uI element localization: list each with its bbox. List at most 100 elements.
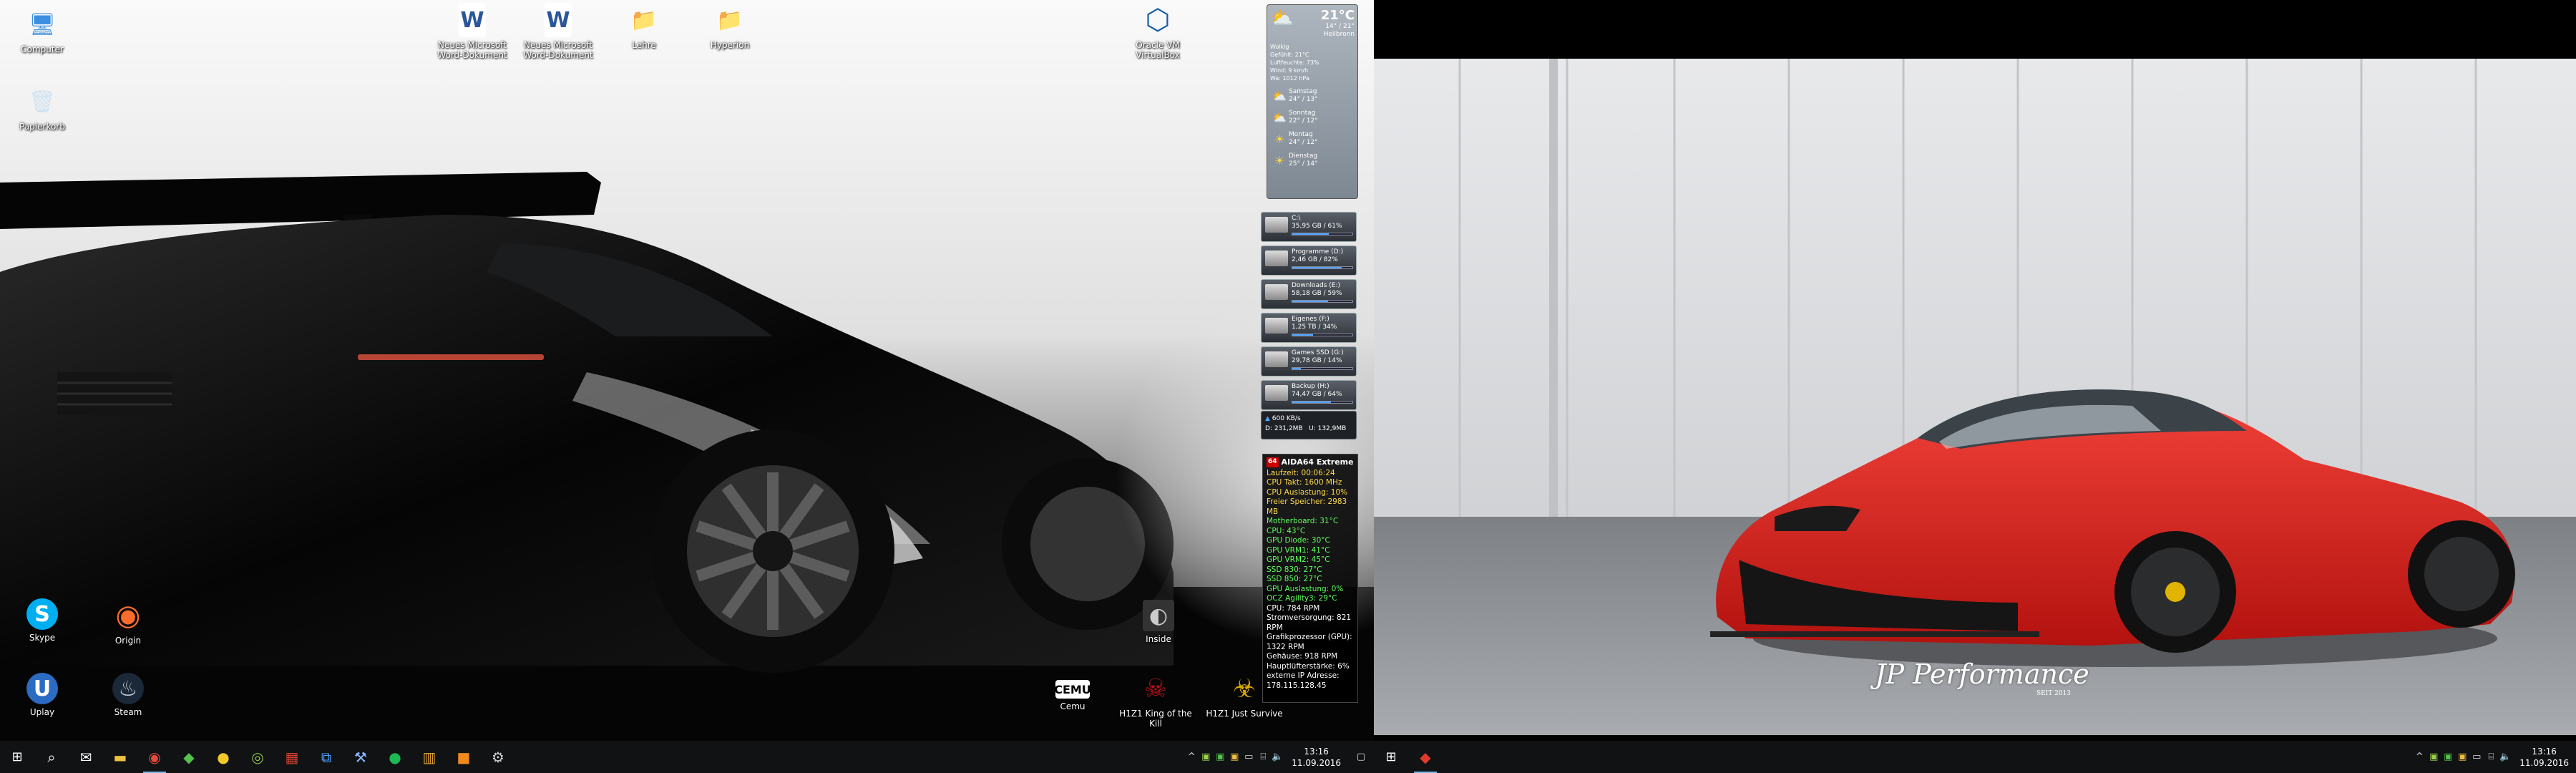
desktop-icon-h1z1-kotk[interactable]: ☠ H1Z1 King of the Kill (1116, 671, 1195, 729)
desktop-icon-cemu[interactable]: CEMU Cemu (1033, 680, 1112, 711)
desktop-icon-uplay[interactable]: U Uplay (3, 673, 82, 717)
tray-network-icon[interactable]: ⌸ (1256, 752, 1270, 762)
search-icon: ⌕ (47, 748, 56, 766)
system-tray-secondary: ^ ▣ ▣ ▣ ▭ ⌸ 🔈 13:16 11.09.2016 (2412, 741, 2576, 773)
start-button[interactable]: ⊞ (0, 741, 34, 773)
tray-chevron-up-icon[interactable]: ^ (1184, 752, 1199, 762)
tray-app-icon[interactable]: ▣ (2441, 752, 2455, 762)
sensor-line: Hauptlüfterstärke: 6% (1267, 661, 1350, 671)
tray-app-icon[interactable]: ▭ (2469, 752, 2484, 762)
inside-game-icon: ◐ (1143, 600, 1174, 631)
monitor-left: 🖥 Computer 🗑 Papierkorb S Skype ◉ Origin… (0, 0, 1374, 773)
taskbar-chrome[interactable]: ◉ (137, 741, 172, 773)
mail-icon: ✉ (79, 748, 92, 766)
search-button[interactable]: ⌕ (34, 741, 69, 773)
weather-range: 14° / 21° (1325, 23, 1355, 30)
taskbar-mail[interactable]: ✉ (69, 741, 103, 773)
aida64-icon: 64 (1267, 457, 1279, 467)
desktop-icon-skype[interactable]: S Skype (3, 598, 82, 643)
tray-app-icon[interactable]: ▣ (1199, 752, 1213, 762)
hard-drive-icon (1265, 385, 1288, 401)
taskbar-spotify[interactable]: ● (378, 741, 412, 773)
taskbar-clock-secondary[interactable]: 13:16 11.09.2016 (2512, 746, 2576, 769)
drive-gadget-h[interactable]: Backup (H:) 74,47 GB / 64% (1261, 380, 1357, 410)
desktop-icon-origin[interactable]: ◉ Origin (89, 598, 167, 646)
taskbar-app-calendar[interactable]: ▦ (275, 741, 309, 773)
sensor-line: externe IP Adresse: (1267, 671, 1340, 680)
taskbar-app-teamspeak[interactable]: ◎ (240, 741, 275, 773)
taskbar-app-aida[interactable]: ◆ (1408, 741, 1443, 773)
drive-gadget-f[interactable]: Eigenes (F:) 1,25 TB / 34% (1261, 313, 1357, 343)
weather-gadget[interactable]: ⛅ 21°C 14° / 21° Heilbronn Wolkig Gefühl… (1267, 4, 1358, 199)
sensor-line: Grafikprozessor (GPU): 1322 RPM (1267, 633, 1352, 651)
desktop-icon-folder-lehre[interactable]: 📁 Lehre (605, 3, 683, 51)
sensor-line: SSD 850: 27°C (1267, 575, 1322, 583)
taskbar-app-stats[interactable]: ▥ (412, 741, 447, 773)
taskbar-app-tools[interactable]: ⚒ (343, 741, 378, 773)
drive-usage-bar (1292, 266, 1353, 269)
wallpaper-red-ferrari (1374, 59, 2576, 735)
taskbar-secondary: ⊞ ◆ ^ ▣ ▣ ▣ ▭ ⌸ 🔈 13:16 11.09.2016 (1374, 741, 2576, 773)
misc-app-icon: ⚙ (492, 748, 504, 766)
drive-gadget-e[interactable]: Downloads (E:) 58,18 GB / 59% (1261, 279, 1357, 309)
desktop-icon-computer[interactable]: 🖥 Computer (3, 7, 82, 55)
hard-drive-icon (1265, 351, 1288, 367)
folder-icon: 📁 (716, 7, 743, 33)
taskbar-app-misc[interactable]: ⚙ (481, 741, 515, 773)
tools-icon: ⚒ (354, 748, 367, 766)
taskbar-explorer[interactable]: ▬ (103, 741, 137, 773)
taskbar-clock[interactable]: 13:16 11.09.2016 (1284, 746, 1348, 769)
tray-chevron-up-icon[interactable]: ^ (2412, 752, 2426, 762)
taskbar-app-yellow[interactable]: ● (206, 741, 240, 773)
sensor-line: SSD 830: 27°C (1267, 565, 1322, 574)
tray-network-icon[interactable]: ⌸ (2484, 752, 2498, 762)
desktop-icon-word-doc-1[interactable]: W Neues Microsoft Word-Dokument (433, 3, 512, 60)
spotify-icon: ● (389, 748, 401, 766)
tray-app-icon[interactable]: ▣ (1213, 752, 1227, 762)
notification-center-icon[interactable]: ▢ (1348, 752, 1374, 762)
desktop-icon-folder-hyperion[interactable]: 📁 Hyperion (691, 3, 769, 51)
desktop-icon-word-doc-2[interactable]: W Neues Microsoft Word-Dokument (519, 3, 597, 60)
aida64-sensor-panel[interactable]: 64 AIDA64 Extreme Laufzeit: 00:06:24 CPU… (1262, 454, 1358, 703)
sensor-line: 178.115.128.45 (1267, 681, 1327, 690)
tray-app-icon[interactable]: ▣ (2426, 752, 2441, 762)
desktop-icon-inside[interactable]: ◐ Inside (1119, 600, 1198, 644)
cloud-sun-icon: ⛅ (1270, 8, 1294, 29)
sensor-line: CPU: 784 RPM (1267, 603, 1320, 613)
network-gadget[interactable]: ▲ 600 KB/s D: 231,2MB U: 132,9MB (1261, 411, 1357, 439)
drive-usage-bar (1292, 233, 1353, 235)
drive-gadget-g[interactable]: Games SSD (G:) 29,78 GB / 14% (1261, 346, 1357, 376)
taskbar-app-green[interactable]: ◆ (172, 741, 206, 773)
cloud-sun-icon: ⛅ (1272, 110, 1287, 125)
recycle-bin-icon: 🗑 (28, 89, 57, 115)
hard-drive-icon (1265, 251, 1288, 266)
drive-gadget-c[interactable]: C:\ 35,95 GB / 61% (1261, 212, 1357, 242)
tray-app-icon[interactable]: ▣ (2455, 752, 2469, 762)
desktop-icon-recycle-bin[interactable]: 🗑 Papierkorb (3, 84, 82, 132)
sensor-line: GPU VRM2: 45°C (1267, 555, 1330, 564)
cloud-sun-icon: ⛅ (1272, 89, 1287, 103)
tray-volume-icon[interactable]: 🔈 (1270, 752, 1284, 762)
desktop-icon-virtualbox[interactable]: ⬡ Oracle VM VirtualBox (1118, 3, 1197, 60)
taskbar-app-orange[interactable]: ■ (447, 741, 481, 773)
tray-app-icon[interactable]: ▣ (1227, 752, 1241, 762)
sun-icon: ☀ (1274, 153, 1285, 167)
sensor-line: CPU: 43°C (1267, 526, 1306, 535)
tray-volume-icon[interactable]: 🔈 (2498, 752, 2512, 762)
sensor-line: GPU Auslastung: 0% (1267, 584, 1344, 593)
weather-temperature: 21°C (1320, 8, 1355, 23)
upload-arrow-icon: ▲ (1265, 415, 1270, 422)
sensor-line: Stromversorgung: 821 RPM (1267, 613, 1352, 632)
drive-gadget-d[interactable]: Programme (D:) 2,46 GB / 82% (1261, 245, 1357, 276)
tray-app-icon[interactable]: ▭ (1241, 752, 1256, 762)
network-icon: ⧉ (321, 748, 332, 766)
teamspeak-icon: ◎ (251, 748, 264, 766)
jp-performance-logo: JP Performance SEIT 2013 (1875, 658, 2089, 697)
sensor-line: Gehäuse: 918 RPM (1267, 652, 1338, 661)
sensor-line: Laufzeit: 00:06:24 (1267, 468, 1335, 477)
start-button-secondary[interactable]: ⊞ (1374, 741, 1408, 773)
taskbar-app-network[interactable]: ⧉ (309, 741, 343, 773)
desktop-icon-steam[interactable]: ♨ Steam (89, 673, 167, 717)
word-document-icon: W (545, 3, 572, 37)
virtualbox-icon: ⬡ (1145, 4, 1171, 37)
